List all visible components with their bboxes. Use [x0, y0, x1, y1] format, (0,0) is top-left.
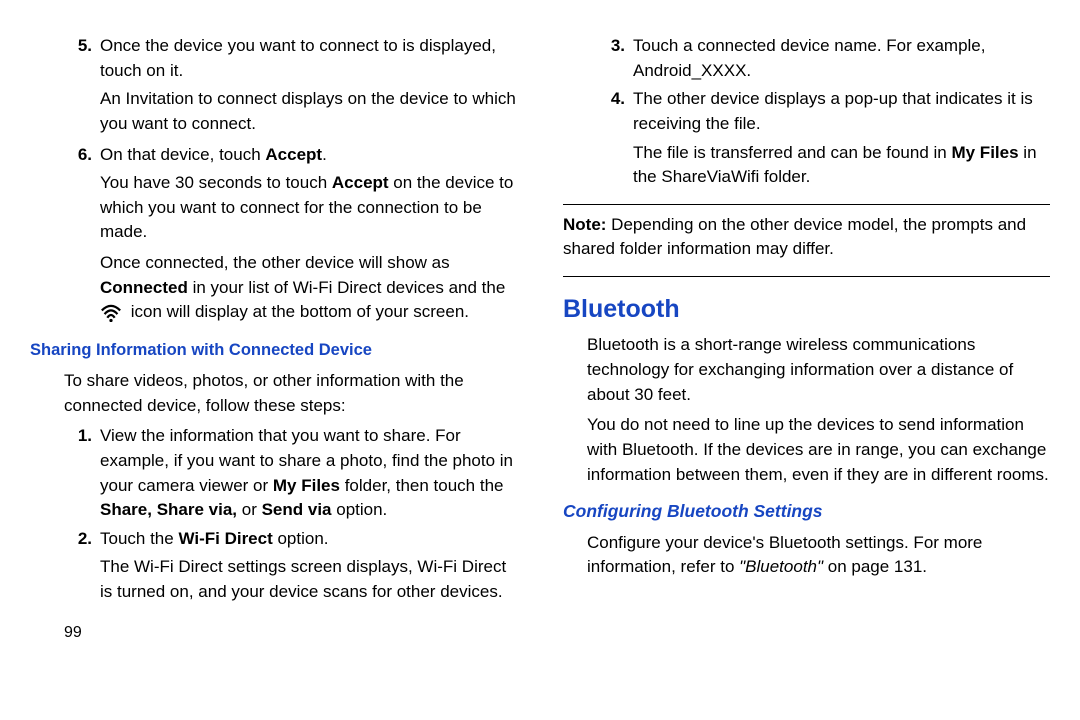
step-number: 2.: [30, 527, 100, 552]
share-step-1: 1. View the information that you want to…: [30, 424, 517, 523]
step-number: 6.: [30, 143, 100, 168]
share-step-4: 4. The other device displays a pop-up th…: [563, 87, 1050, 136]
step-6-detail-1: You have 30 seconds to touch Accept on t…: [100, 171, 517, 245]
text: Once connected, the other device will sh…: [100, 253, 450, 272]
divider: [563, 276, 1050, 277]
share-step-2-detail: The Wi-Fi Direct settings screen display…: [100, 555, 517, 604]
sharing-intro: To share videos, photos, or other inform…: [64, 369, 507, 418]
text: Touch the: [100, 529, 178, 548]
step-number: 1.: [30, 424, 100, 523]
bluetooth-para-2: You do not need to line up the devices t…: [587, 413, 1050, 487]
step-number: 4.: [563, 87, 633, 136]
step-text: Touch the Wi-Fi Direct option.: [100, 527, 517, 552]
text: in your list of Wi-Fi Direct devices and…: [188, 278, 505, 297]
text: option.: [273, 529, 329, 548]
bluetooth-para-1: Bluetooth is a short-range wireless comm…: [587, 333, 1050, 407]
note-text: Depending on the other device model, the…: [563, 215, 1026, 259]
divider: [563, 204, 1050, 205]
step-text: On that device, touch Accept.: [100, 143, 517, 168]
step-6-detail-2: Once connected, the other device will sh…: [100, 251, 517, 325]
step-text: Once the device you want to connect to i…: [100, 34, 517, 83]
step-text: View the information that you want to sh…: [100, 424, 517, 523]
page-number: 99: [64, 621, 517, 644]
share-step-4-detail: The file is transferred and can be found…: [633, 141, 1050, 190]
sharing-subheading: Sharing Information with Connected Devic…: [30, 339, 517, 363]
step-number: 3.: [563, 34, 633, 83]
configuring-text: Configure your device's Bluetooth settin…: [587, 531, 1050, 580]
note-block: Note: Depending on the other device mode…: [563, 213, 1050, 262]
step-5-detail: An Invitation to connect displays on the…: [100, 87, 517, 136]
step-text: Touch a connected device name. For examp…: [633, 34, 1050, 83]
left-column: 5. Once the device you want to connect t…: [30, 34, 517, 700]
accept-label: Accept: [265, 145, 322, 164]
text: or: [237, 500, 262, 519]
right-column: 3. Touch a connected device name. For ex…: [563, 34, 1050, 700]
share-via-label: Share, Share via,: [100, 500, 237, 519]
step-text: The other device displays a pop-up that …: [633, 87, 1050, 136]
send-via-label: Send via: [262, 500, 332, 519]
wifi-direct-label: Wi-Fi Direct: [178, 529, 272, 548]
text: option.: [332, 500, 388, 519]
text: You have 30 seconds to touch: [100, 173, 332, 192]
step-5: 5. Once the device you want to connect t…: [30, 34, 517, 83]
text: on page 131.: [823, 557, 927, 576]
note-label: Note:: [563, 215, 606, 234]
accept-label: Accept: [332, 173, 389, 192]
my-files-label: My Files: [273, 476, 340, 495]
text: .: [322, 145, 327, 164]
text: icon will display at the bottom of your …: [126, 302, 469, 321]
share-step-2: 2. Touch the Wi-Fi Direct option.: [30, 527, 517, 552]
share-step-3: 3. Touch a connected device name. For ex…: [563, 34, 1050, 83]
wifi-direct-icon: [100, 304, 122, 322]
text: folder, then touch the: [340, 476, 504, 495]
step-number: 5.: [30, 34, 100, 83]
text: On that device, touch: [100, 145, 265, 164]
connected-label: Connected: [100, 278, 188, 297]
configuring-subheading: Configuring Bluetooth Settings: [563, 499, 1050, 524]
step-6: 6. On that device, touch Accept.: [30, 143, 517, 168]
bluetooth-heading: Bluetooth: [563, 291, 1050, 327]
my-files-label: My Files: [951, 143, 1018, 162]
bluetooth-ref: "Bluetooth": [739, 557, 823, 576]
text: The file is transferred and can be found…: [633, 143, 951, 162]
manual-page: 5. Once the device you want to connect t…: [0, 0, 1080, 720]
